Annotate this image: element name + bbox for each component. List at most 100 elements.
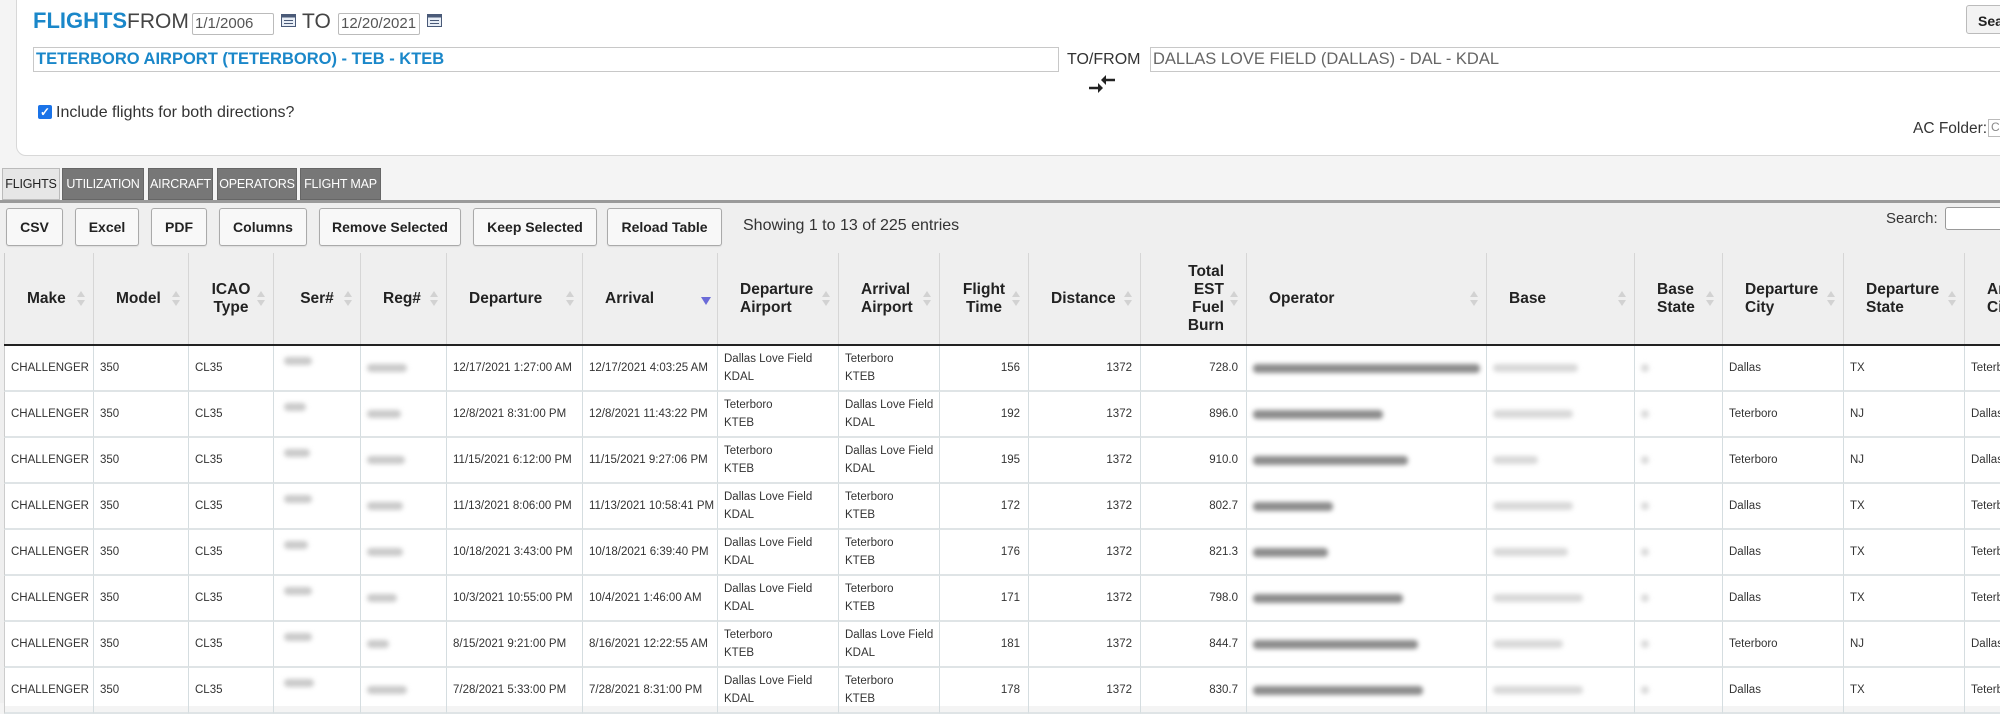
operator-link-redacted[interactable]	[1253, 639, 1418, 649]
destination-airport-input[interactable]: DALLAS LOVE FIELD (DALLAS) - DAL - KDAL	[1150, 47, 2000, 72]
cell-icao: CL35	[188, 346, 273, 392]
reload-table-button[interactable]: Reload Table	[607, 208, 722, 246]
cell-text: Teterboro	[1729, 454, 1778, 466]
origin-airport-input[interactable]: TETERBORO AIRPORT (TETERBORO) - TEB - KT…	[33, 47, 1059, 72]
arrival-airport-code: KDAL	[845, 417, 876, 429]
swap-direction-icon[interactable]	[1088, 73, 1116, 95]
operator-link-redacted[interactable]	[1253, 455, 1408, 465]
cell-text: Teterb	[1971, 684, 2000, 696]
tab-flights[interactable]: FLIGHTS	[2, 168, 60, 200]
column-header-arrival[interactable]: Arrival	[582, 253, 717, 345]
redacted-value	[1641, 548, 1649, 556]
operator-link-redacted[interactable]	[1253, 593, 1403, 603]
column-header-departure-airport[interactable]: Departure Airport	[717, 253, 838, 345]
cell-text: Dallas	[1729, 592, 1761, 604]
column-header-flight-time[interactable]: Flight Time	[939, 253, 1028, 345]
cell-operator	[1246, 530, 1486, 576]
column-header-total-est-fuel-burn[interactable]: Total EST Fuel Burn	[1140, 253, 1246, 345]
calendar-icon[interactable]	[281, 14, 296, 27]
column-header-departure-state[interactable]: Departure State	[1843, 253, 1964, 345]
cell-dep: Dallas Love Field KDAL	[717, 530, 838, 576]
operator-link-redacted[interactable]	[1253, 363, 1480, 373]
cell-reg	[360, 576, 446, 622]
column-header-arrival-airport[interactable]: Arrival Airport	[838, 253, 939, 345]
cell-text: Teterb	[1971, 500, 2000, 512]
keep-selected-button[interactable]: Keep Selected	[473, 208, 597, 246]
cell-text: 192	[1000, 408, 1020, 420]
cell-base-state	[1634, 668, 1722, 714]
column-header-model[interactable]: Model	[93, 253, 188, 345]
excel-button[interactable]: Excel	[75, 208, 139, 246]
csv-button[interactable]: CSV	[6, 208, 63, 246]
cell-text: 830.7	[1209, 684, 1238, 696]
cell-departure: 8/15/2021 9:21:00 PM	[446, 622, 582, 668]
column-header-icao-type[interactable]: ICAO Type	[188, 253, 273, 345]
operator-link-redacted[interactable]	[1253, 547, 1328, 557]
cell-text: Dallas	[1729, 684, 1761, 696]
departure-airport-name: Dallas Love Field	[724, 675, 813, 687]
column-header-distance[interactable]: Distance	[1028, 253, 1140, 345]
arrival-airport-code: KTEB	[845, 555, 876, 567]
pdf-button[interactable]: PDF	[151, 208, 207, 246]
to-date-input[interactable]: 12/20/2021	[338, 13, 420, 35]
cell-text: CHALLENGER	[11, 454, 89, 466]
arrival-airport-code: KDAL	[845, 463, 876, 475]
column-header-departure[interactable]: Departure	[446, 253, 582, 345]
cell-dep-state: NJ	[1843, 622, 1964, 668]
cell-dep: Teterboro KTEB	[717, 622, 838, 668]
departure-airport-code: KTEB	[724, 647, 755, 659]
remove-selected-button[interactable]: Remove Selected	[319, 208, 461, 246]
departure-airport-code: KDAL	[724, 601, 755, 613]
cell-model: 350	[93, 622, 188, 668]
column-header-label: Departure Airport	[740, 281, 814, 316]
cell-model: 350	[93, 668, 188, 714]
column-header-make[interactable]: Make	[4, 253, 93, 345]
departure-airport-code: KDAL	[724, 371, 755, 383]
cell-dep-city: Dallas	[1722, 668, 1843, 714]
cell-arr-city: Dallas	[1964, 392, 2000, 438]
cell-text: 1372	[1106, 362, 1132, 374]
cell-icao: CL35	[188, 392, 273, 438]
tab-operators[interactable]: OPERATORS	[217, 168, 297, 200]
column-header-operator[interactable]: Operator	[1246, 253, 1486, 345]
arrival-airport-name: Dallas Love Field	[845, 399, 934, 411]
columns-button[interactable]: Columns	[219, 208, 307, 246]
search-button[interactable]: Sea	[1966, 5, 2000, 34]
cell-arr: Teterboro KTEB	[838, 484, 939, 530]
column-header-label: Distance	[1051, 290, 1116, 307]
tab-utilization[interactable]: UTILIZATION	[62, 168, 144, 200]
ac-folder-select[interactable]: C	[1988, 119, 2000, 137]
column-header-base[interactable]: Base	[1486, 253, 1634, 345]
table-search-input[interactable]	[1945, 207, 2000, 230]
cell-text: 12/8/2021 11:43:22 PM	[589, 408, 708, 420]
tab-flight-map[interactable]: FLIGHT MAP	[300, 168, 381, 200]
sort-icon	[1470, 291, 1478, 307]
column-header-arrival-city[interactable]: Arrival City	[1964, 253, 2000, 345]
both-directions-checkbox[interactable]: ✓	[38, 105, 52, 119]
column-header-departure-city[interactable]: Departure City	[1722, 253, 1843, 345]
column-header-reg[interactable]: Reg#	[360, 253, 446, 345]
sort-icon	[1230, 291, 1238, 307]
column-header-ser[interactable]: Ser#	[273, 253, 360, 345]
cell-text: 195	[1000, 454, 1020, 466]
cell-flight-time: 176	[939, 530, 1028, 576]
cell-text: 8/16/2021 12:22:55 AM	[589, 638, 708, 650]
redacted-value	[1641, 640, 1649, 648]
from-date-input[interactable]: 1/1/2006	[192, 13, 274, 35]
arrival-airport-name: Teterboro	[845, 537, 894, 549]
cell-text: 350	[100, 500, 120, 512]
cell-distance: 1372	[1028, 668, 1140, 714]
operator-link-redacted[interactable]	[1253, 501, 1333, 511]
column-header-base-state[interactable]: Base State	[1634, 253, 1722, 345]
cell-icao: CL35	[188, 576, 273, 622]
cell-text: 10/3/2021 10:55:00 PM	[453, 592, 573, 604]
cell-text: 10/4/2021 1:46:00 AM	[589, 592, 702, 604]
tab-aircraft[interactable]: AIRCRAFT	[148, 168, 213, 200]
operator-link-redacted[interactable]	[1253, 685, 1423, 695]
operator-link-redacted[interactable]	[1253, 409, 1383, 419]
cell-text: TX	[1850, 500, 1865, 512]
arrival-airport-code: KTEB	[845, 509, 876, 521]
calendar-icon[interactable]	[427, 14, 442, 27]
redacted-value	[1641, 686, 1649, 694]
cell-text: 178	[1000, 684, 1020, 696]
